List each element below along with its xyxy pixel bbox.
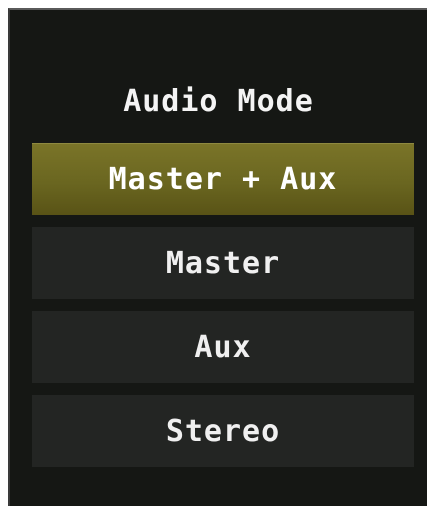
menu-item-label: Master [165, 245, 281, 281]
menu-item-master-aux[interactable]: Master + Aux [32, 143, 414, 215]
menu-item-label: Stereo [165, 413, 281, 449]
menu-item-aux[interactable]: Aux [32, 311, 414, 383]
audio-mode-screen: Audio Mode Master + Aux Master Aux Stere… [8, 8, 427, 506]
menu-item-label: Aux [194, 329, 252, 365]
menu-item-master[interactable]: Master [32, 227, 414, 299]
menu-item-label: Master + Aux [108, 162, 338, 197]
menu-title: Audio Mode [123, 84, 314, 119]
menu-item-stereo[interactable]: Stereo [32, 395, 414, 467]
